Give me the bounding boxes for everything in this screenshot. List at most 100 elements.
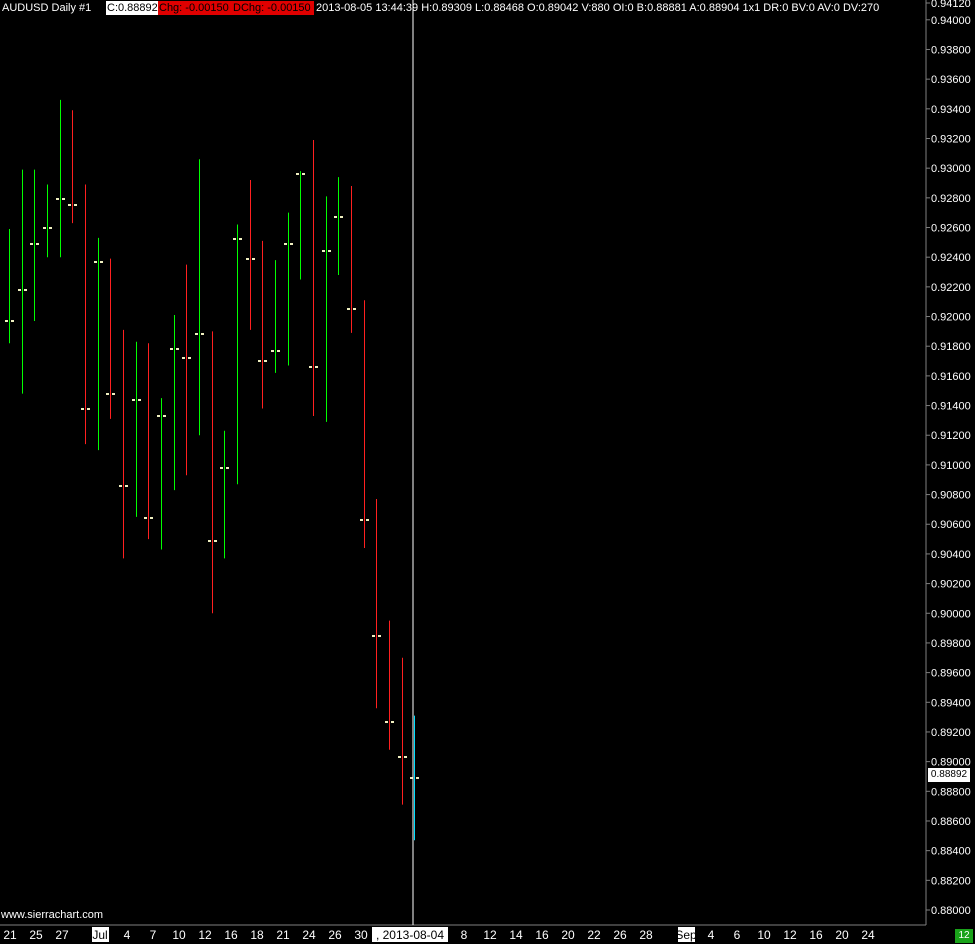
date-tick-label: 16	[224, 928, 238, 942]
date-tick-label: 10	[757, 928, 771, 942]
bar-close-tick-left	[157, 415, 160, 417]
date-tick-label: 7	[150, 928, 157, 942]
bar-close-tick-right	[150, 517, 153, 519]
price-tick-label: 0.92400	[931, 252, 971, 264]
price-tick-label: 0.93600	[931, 74, 971, 86]
bar-close-tick-right	[226, 467, 229, 469]
bar-close-tick-left	[309, 366, 312, 368]
bar-close-tick-left	[144, 517, 147, 519]
bar-close-tick-left	[296, 173, 299, 175]
date-tick-label: 12	[198, 928, 212, 942]
price-tick-label: 0.93400	[931, 104, 971, 116]
price-tick-label: 0.94120	[931, 0, 971, 10]
date-tick-label: 25	[29, 928, 43, 942]
date-tick-label: 20	[561, 928, 575, 942]
last-price-tag: 0.88892	[928, 768, 970, 782]
bar-close-tick-right	[264, 360, 267, 362]
close-value-box: C:0.88892	[106, 1, 158, 15]
price-tick-label: 0.91400	[931, 401, 971, 413]
cursor-date-label: , 2013-08-04	[376, 928, 444, 942]
bar-close-tick-right	[49, 227, 52, 229]
watermark: www.sierrachart.com	[1, 909, 104, 921]
price-tick-label: 0.88600	[931, 816, 971, 828]
bar-close-tick-left	[271, 350, 274, 352]
bar-close-tick-left	[18, 289, 21, 291]
date-tick-label: 26	[613, 928, 627, 942]
date-tick-label: 4	[708, 928, 715, 942]
bar-close-tick-left	[68, 204, 71, 206]
bar-close-tick-right	[188, 357, 191, 359]
bar-close-tick-left	[182, 357, 185, 359]
bar-close-tick-left	[195, 333, 198, 335]
price-tick-label: 0.88400	[931, 846, 971, 858]
price-tick-label: 0.92800	[931, 193, 971, 205]
bar-close-tick-right	[416, 777, 419, 779]
date-tick-label: Jul	[92, 928, 107, 942]
date-tick-label: 10	[172, 928, 186, 942]
bar-close-tick-left	[258, 360, 261, 362]
bar-close-tick-right	[252, 258, 255, 260]
price-tick-label: 0.92600	[931, 223, 971, 235]
date-tick-label: 16	[535, 928, 549, 942]
bar-close-tick-right	[87, 408, 90, 410]
date-tick-label: 30	[354, 928, 368, 942]
date-tick-label: 6	[734, 928, 741, 942]
price-tick-label: 0.93800	[931, 44, 971, 56]
price-tick-label: 0.90400	[931, 549, 971, 561]
date-tick-label: 18	[250, 928, 264, 942]
bar-close-tick-left	[347, 308, 350, 310]
bar-close-tick-left	[5, 320, 8, 322]
bar-close-tick-left	[106, 393, 109, 395]
bar-close-tick-left	[132, 399, 135, 401]
bar-close-tick-right	[62, 198, 65, 200]
bar-close-tick-left	[385, 721, 388, 723]
bar-info-line: 2013-08-05 13:44:39 H:0.89309 L:0.88468 …	[316, 2, 880, 14]
price-tick-label: 0.88200	[931, 875, 971, 887]
date-tick-label: Sep	[675, 928, 697, 942]
price-tick-label: 0.90200	[931, 579, 971, 591]
price-tick-label: 0.92200	[931, 282, 971, 294]
bar-close-tick-right	[391, 721, 394, 723]
status-badge[interactable]: 12	[955, 929, 973, 943]
bar-close-tick-right	[176, 348, 179, 350]
price-tick-label: 0.90600	[931, 519, 971, 531]
bar-close-tick-right	[277, 350, 280, 352]
price-chart[interactable]: 0.88000 0.88200 0.88400 0.88600 0.88800 0.890…	[0, 0, 975, 944]
price-tick-label: 0.88000	[931, 905, 971, 917]
date-tick-label: 26	[328, 928, 342, 942]
bar-close-tick-left	[208, 540, 211, 542]
date-tick-label: 21	[276, 928, 290, 942]
date-tick-label: 21	[3, 928, 17, 942]
chart-background	[0, 0, 975, 944]
bar-close-tick-right	[340, 216, 343, 218]
bar-close-tick-right	[302, 173, 305, 175]
bar-close-tick-left	[334, 216, 337, 218]
bar-close-tick-right	[239, 238, 242, 240]
bar-close-tick-right	[100, 261, 103, 263]
price-tick-label: 0.93000	[931, 163, 971, 175]
bar-close-tick-right	[163, 415, 166, 417]
bar-close-tick-right	[404, 756, 407, 758]
price-tick-label: 0.94000	[931, 15, 971, 27]
date-tick-label: 12	[483, 928, 497, 942]
bar-close-tick-left	[372, 635, 375, 637]
bar-close-tick-left	[246, 258, 249, 260]
date-tick-label: 22	[587, 928, 601, 942]
date-tick-label: 24	[861, 928, 875, 942]
price-tick-label: 0.89400	[931, 697, 971, 709]
bar-close-tick-right	[214, 540, 217, 542]
bar-close-tick-left	[56, 198, 59, 200]
bar-close-tick-right	[315, 366, 318, 368]
bar-close-tick-left	[284, 243, 287, 245]
price-tick-label: 0.91600	[931, 371, 971, 383]
bar-close-tick-left	[322, 250, 325, 252]
daily-change-value-box: DChg: -0.00150	[232, 1, 314, 15]
price-tick-label: 0.91800	[931, 341, 971, 353]
bar-close-tick-right	[36, 243, 39, 245]
bar-close-tick-left	[220, 467, 223, 469]
price-tick-label: 0.89600	[931, 668, 971, 680]
price-tick-label: 0.88800	[931, 786, 971, 798]
date-tick-label: 12	[783, 928, 797, 942]
date-tick-label: 16	[809, 928, 823, 942]
price-tick-label: 0.90000	[931, 608, 971, 620]
